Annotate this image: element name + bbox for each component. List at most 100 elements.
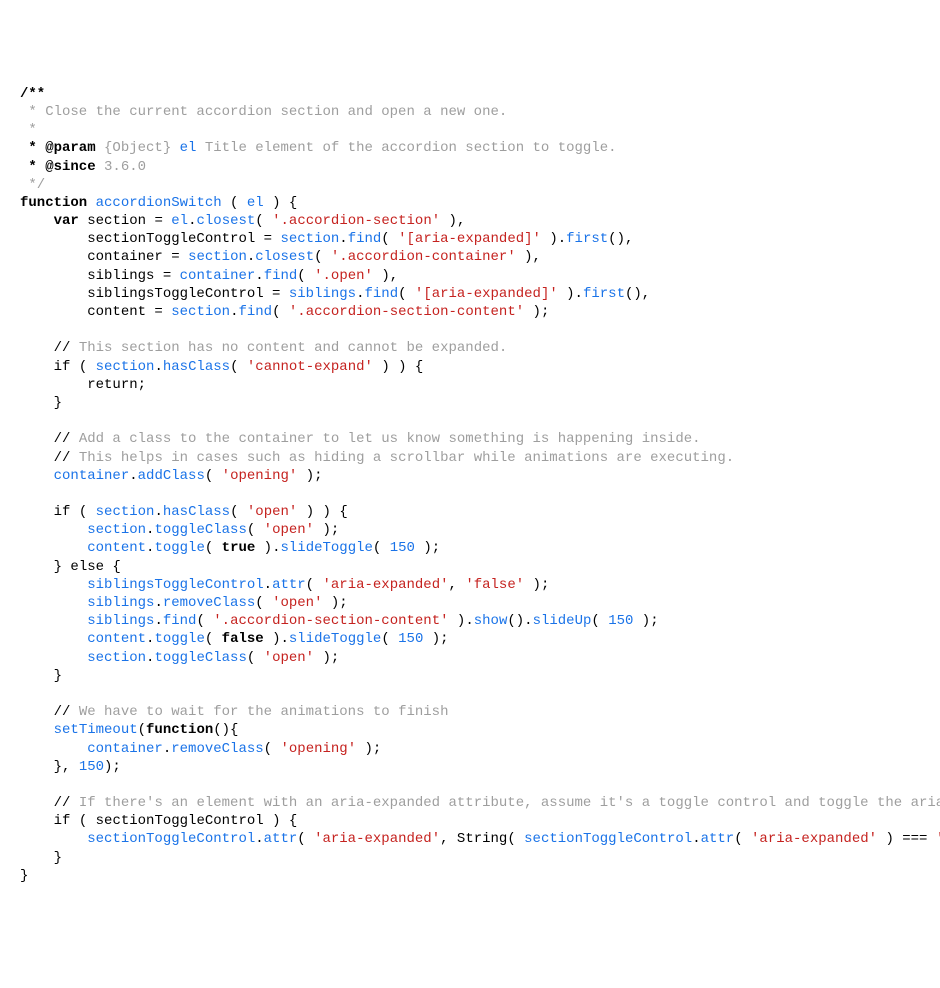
kw-function: function: [20, 195, 87, 211]
id-siblings3: siblings: [87, 595, 154, 611]
s-false: 'false': [465, 577, 524, 593]
s-cannotexpand: 'cannot-expand': [247, 359, 373, 375]
id-stc4: sectionToggleControl: [524, 831, 692, 847]
m-slidetoggle: slideToggle: [281, 540, 373, 556]
comment-slashes4: //: [54, 704, 79, 720]
s-opening: 'opening': [222, 468, 298, 484]
comment-slashes: //: [54, 340, 79, 356]
doc-open: /**: [20, 86, 45, 102]
id-sibtc: siblingsToggleControl: [87, 286, 263, 302]
s-openclass4: 'open': [264, 650, 314, 666]
kw-return: return;: [87, 377, 146, 393]
n-150: 150: [390, 540, 415, 556]
m-attr3: attr: [701, 831, 735, 847]
s-openclass3: 'open': [272, 595, 322, 611]
m-addclass: addClass: [138, 468, 205, 484]
m-toggle2: toggle: [154, 631, 204, 647]
id-section7: section: [87, 522, 146, 538]
id-section5: section: [96, 359, 155, 375]
s-container: '.accordion-container': [331, 249, 516, 265]
comment3: This helps in cases such as hiding a scr…: [79, 450, 734, 466]
m-slideup: slideUp: [533, 613, 592, 629]
id-container3: container: [54, 468, 130, 484]
brace-close-else: }: [54, 668, 62, 684]
n-150b: 150: [608, 613, 633, 629]
m-show: show: [474, 613, 508, 629]
doc-since-tag: * @since: [20, 159, 96, 175]
comment5: If there's an element with an aria-expan…: [79, 795, 940, 811]
n-150c: 150: [398, 631, 423, 647]
m-find5: find: [163, 613, 197, 629]
id-container2: container: [180, 268, 256, 284]
s-ariaexp5: 'aria-expanded': [751, 831, 877, 847]
doc-close: */: [20, 177, 45, 193]
kw-if: if: [54, 359, 71, 375]
id-stc3: sectionToggleControl: [87, 831, 255, 847]
id-content3: content: [87, 631, 146, 647]
m-find: find: [348, 231, 382, 247]
id-container4: container: [87, 741, 163, 757]
s-openclass: 'open': [247, 504, 297, 520]
fn-param: el: [247, 195, 264, 211]
id-stc: sectionToggleControl: [87, 231, 255, 247]
m-first2: first: [583, 286, 625, 302]
comment2: Add a class to the container to let us k…: [79, 431, 701, 447]
doc-param-desc: Title element of the accordion section t…: [196, 140, 616, 156]
fn-name: accordionSwitch: [96, 195, 222, 211]
id-content: content: [87, 304, 146, 320]
id-section4: section: [171, 304, 230, 320]
m-toggleclass2: toggleClass: [154, 650, 246, 666]
id-siblings: siblings: [87, 268, 154, 284]
comment1: This section has no content and cannot b…: [79, 340, 507, 356]
kw-if3: if: [54, 813, 71, 829]
id-section: section: [87, 213, 146, 229]
m-hasclass: hasClass: [163, 359, 230, 375]
kw-function2: function: [146, 722, 213, 738]
m-hasclass2: hasClass: [163, 504, 230, 520]
kw-true: true: [222, 540, 256, 556]
m-removeclass: removeClass: [163, 595, 255, 611]
comment-slashes3: //: [54, 450, 79, 466]
m-closest2: closest: [255, 249, 314, 265]
comment-slashes5: //: [54, 795, 79, 811]
comment4: We have to wait for the animations to fi…: [79, 704, 449, 720]
doc-since-val: 3.6.0: [96, 159, 146, 175]
doc-param-name: el: [180, 140, 197, 156]
m-slidetoggle2: slideToggle: [289, 631, 381, 647]
m-find4: find: [238, 304, 272, 320]
id-string: String: [457, 831, 507, 847]
s-ariaexp3: 'aria-expanded': [322, 577, 448, 593]
m-find3: find: [365, 286, 399, 302]
doc-param-type: {Object}: [96, 140, 180, 156]
id-el: el: [171, 213, 188, 229]
id-stc2: sectionToggleControl: [96, 813, 264, 829]
kw-if2: if: [54, 504, 71, 520]
id-siblings2: siblings: [289, 286, 356, 302]
s-ariaexp2: '[aria-expanded]': [415, 286, 558, 302]
s-ariaexp4: 'aria-expanded': [314, 831, 440, 847]
s-ariaexp: '[aria-expanded]': [398, 231, 541, 247]
m-first: first: [566, 231, 608, 247]
id-sibtc2: siblingsToggleControl: [87, 577, 263, 593]
n-150d: 150: [79, 759, 104, 775]
s-openclass2: 'open': [264, 522, 314, 538]
m-attr2: attr: [264, 831, 298, 847]
m-removeclass2: removeClass: [171, 741, 263, 757]
code-block: /** * Close the current accordion sectio…: [20, 85, 920, 885]
s-accordion-section: '.accordion-section': [272, 213, 440, 229]
kw-false: false: [222, 631, 264, 647]
id-siblings4: siblings: [87, 613, 154, 629]
m-toggle: toggle: [154, 540, 204, 556]
kw-settimeout: setTimeout: [54, 722, 138, 738]
id-container: container: [87, 249, 163, 265]
m-closest: closest: [196, 213, 255, 229]
m-toggleclass: toggleClass: [154, 522, 246, 538]
id-section6: section: [96, 504, 155, 520]
id-content2: content: [87, 540, 146, 556]
id-section3: section: [188, 249, 247, 265]
s-opening2: 'opening': [280, 741, 356, 757]
id-section2: section: [280, 231, 339, 247]
comment-slashes2: //: [54, 431, 79, 447]
doc-param-tag: * @param: [20, 140, 96, 156]
m-find2: find: [264, 268, 298, 284]
